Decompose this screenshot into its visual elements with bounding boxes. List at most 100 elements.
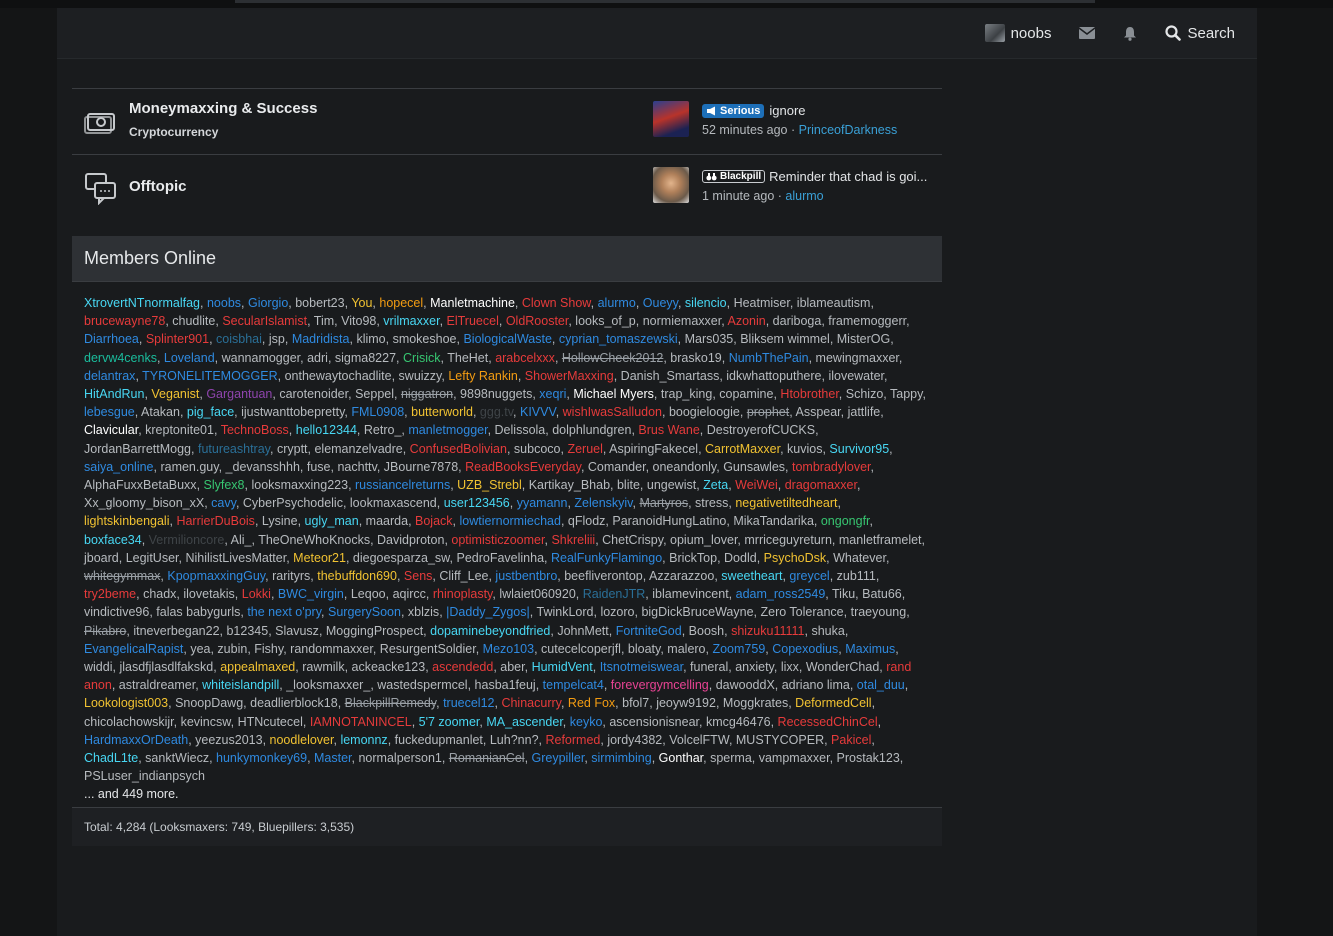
member-link[interactable]: dopaminebeyondfried: [430, 624, 550, 638]
member-link[interactable]: Itsnotmeiswear: [600, 660, 683, 674]
member-link[interactable]: kuvios: [787, 442, 822, 456]
member-link[interactable]: bigDickBruceWayne: [641, 605, 753, 619]
member-link[interactable]: iblamevincent: [652, 587, 728, 601]
member-link[interactable]: ConfusedBolivian: [410, 442, 507, 456]
author-link[interactable]: PrinceofDarkness: [799, 123, 898, 137]
member-link[interactable]: prophet: [747, 405, 789, 419]
member-link[interactable]: Greypiller: [532, 751, 585, 765]
member-link[interactable]: hunkymonkey69: [216, 751, 307, 765]
member-link[interactable]: Fishy: [254, 642, 283, 656]
member-link[interactable]: idkwhattoputhere: [726, 369, 821, 383]
member-link[interactable]: HollowCheek2012: [562, 351, 663, 365]
member-link[interactable]: anxiety: [735, 660, 774, 674]
member-link[interactable]: Splinter901: [146, 332, 209, 346]
member-link[interactable]: Clavicular: [84, 423, 138, 437]
member-link[interactable]: ChetCrispy: [602, 533, 663, 547]
member-link[interactable]: Veganist: [151, 387, 199, 401]
member-link[interactable]: funeral: [690, 660, 728, 674]
member-link[interactable]: opium_lover: [670, 533, 737, 547]
member-link[interactable]: the next o'pry: [247, 605, 321, 619]
member-link[interactable]: Whatever: [833, 551, 886, 565]
member-link[interactable]: PedroFavelinha: [456, 551, 544, 565]
member-link[interactable]: Chinacurry: [501, 696, 561, 710]
member-link[interactable]: sigma8227: [335, 351, 396, 365]
member-link[interactable]: chadx: [143, 587, 176, 601]
member-link[interactable]: xblzis: [408, 605, 439, 619]
member-link[interactable]: bobert23: [295, 296, 344, 310]
member-link[interactable]: yeezus2013: [195, 733, 262, 747]
member-link[interactable]: RealFunkyFlamingo: [551, 551, 662, 565]
member-link[interactable]: PSLuser_indianpsych: [84, 769, 205, 783]
member-link[interactable]: user123456: [444, 496, 510, 510]
member-link[interactable]: Batu66: [862, 587, 902, 601]
member-link[interactable]: Cliff_Lee: [439, 569, 488, 583]
member-link[interactable]: Oueyy: [643, 296, 678, 310]
member-link[interactable]: ChadL1te: [84, 751, 138, 765]
member-link[interactable]: _devansshhh: [226, 460, 300, 474]
member-link[interactable]: OldRooster: [506, 314, 569, 328]
member-link[interactable]: Azonin: [727, 314, 765, 328]
member-link[interactable]: SnoopDawg: [175, 696, 243, 710]
subforum-link[interactable]: Cryptocurrency: [129, 125, 218, 139]
member-link[interactable]: Giorgio: [248, 296, 288, 310]
member-link[interactable]: Vito98: [341, 314, 376, 328]
member-link[interactable]: Tim: [314, 314, 334, 328]
member-link[interactable]: onthewaytochadlite: [285, 369, 392, 383]
member-link[interactable]: wannamogger: [222, 351, 301, 365]
member-link[interactable]: boxface34: [84, 533, 142, 547]
member-link[interactable]: You: [351, 296, 372, 310]
member-link[interactable]: FML0908: [351, 405, 404, 419]
member-link[interactable]: Heatmiser: [734, 296, 790, 310]
member-link[interactable]: Htobrother: [780, 387, 838, 401]
member-link[interactable]: ElTruecel: [447, 314, 499, 328]
member-link[interactable]: PsychoDsk: [764, 551, 827, 565]
member-link[interactable]: Lysine: [262, 514, 298, 528]
member-link[interactable]: TechnoBoss: [221, 423, 289, 437]
member-link[interactable]: noobs: [207, 296, 241, 310]
member-link[interactable]: jlasdfjlasdlfakskd: [119, 660, 213, 674]
member-link[interactable]: ongongfr: [821, 514, 870, 528]
member-link[interactable]: Lefty Rankin: [448, 369, 517, 383]
member-link[interactable]: lwlaiet060920: [499, 587, 575, 601]
member-link[interactable]: RomanianCel: [449, 751, 525, 765]
member-link[interactable]: saiya_online: [84, 460, 154, 474]
member-link[interactable]: whiteislandpill: [202, 678, 279, 692]
member-link[interactable]: beefliverontop: [564, 569, 643, 583]
member-link[interactable]: Asspear: [795, 405, 840, 419]
member-link[interactable]: framemoggerr: [828, 314, 906, 328]
member-link[interactable]: lemonnz: [340, 733, 387, 747]
member-link[interactable]: kmcg46476: [706, 715, 771, 729]
member-link[interactable]: Vermilioncore: [149, 533, 225, 547]
member-link[interactable]: dolphlundgren: [552, 423, 631, 437]
member-link[interactable]: looks_of_p: [575, 314, 635, 328]
prefix-badge[interactable]: Serious: [702, 103, 765, 118]
member-link[interactable]: Loveland: [164, 351, 215, 365]
member-link[interactable]: Reformed: [545, 733, 600, 747]
member-link[interactable]: malero: [667, 642, 705, 656]
member-link[interactable]: adam_ross2549: [736, 587, 826, 601]
member-link[interactable]: jeoyw9192: [656, 696, 716, 710]
member-link[interactable]: CarrotMaxxer: [705, 442, 780, 456]
member-link[interactable]: fuse: [307, 460, 331, 474]
member-link[interactable]: Luh?nn?: [490, 733, 539, 747]
member-link[interactable]: silencio: [685, 296, 727, 310]
member-link[interactable]: HTNcutecel: [238, 715, 303, 729]
member-link[interactable]: negativetiltedheart: [735, 496, 837, 510]
member-link[interactable]: ascensionisnear: [609, 715, 699, 729]
member-link[interactable]: LegitUser: [126, 551, 179, 565]
member-link[interactable]: BiologicalWaste: [463, 332, 551, 346]
member-link[interactable]: manletmogger: [408, 423, 487, 437]
member-link[interactable]: FortniteGod: [616, 624, 682, 638]
member-link[interactable]: Manletmachine: [430, 296, 515, 310]
member-link[interactable]: kreptonite01: [145, 423, 214, 437]
member-link[interactable]: Lookologist003: [84, 696, 168, 710]
member-link[interactable]: delantrax: [84, 369, 135, 383]
member-link[interactable]: Azzarazzoo: [649, 569, 714, 583]
member-link[interactable]: Atakan: [141, 405, 180, 419]
member-link[interactable]: Red Fox: [568, 696, 615, 710]
member-link[interactable]: yea: [190, 642, 210, 656]
member-link[interactable]: carotenoider: [279, 387, 348, 401]
member-link[interactable]: truecel12: [443, 696, 494, 710]
member-link[interactable]: boogieloogie: [669, 405, 740, 419]
member-link[interactable]: vindictive96: [84, 605, 149, 619]
